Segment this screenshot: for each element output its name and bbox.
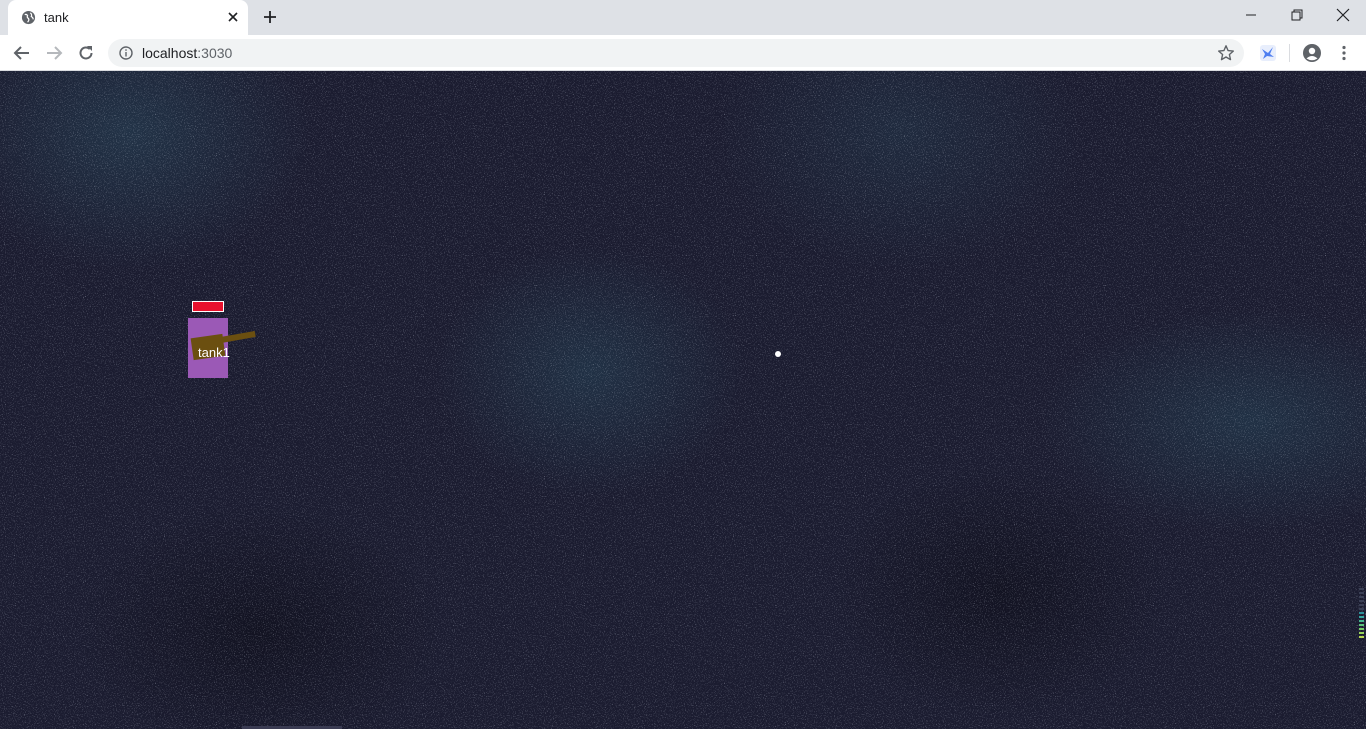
url-host: localhost — [142, 45, 198, 61]
minimize-icon — [1246, 14, 1256, 16]
bullet — [775, 351, 781, 357]
close-icon — [1336, 8, 1350, 22]
meter-bar — [1359, 628, 1364, 630]
meter-bar — [1359, 632, 1364, 634]
address-bar[interactable]: localhost:3030 — [108, 39, 1244, 67]
globe-icon — [21, 10, 36, 25]
meter-bar — [1359, 588, 1364, 590]
vertical-dots-icon — [1342, 45, 1346, 61]
reload-button[interactable] — [74, 41, 98, 65]
meter-bar — [1359, 636, 1364, 638]
meter-bar — [1359, 624, 1364, 626]
url-port: :3030 — [197, 45, 233, 61]
meter-bar — [1359, 592, 1364, 594]
minimize-button[interactable] — [1228, 0, 1274, 30]
profile-button[interactable] — [1300, 41, 1324, 65]
back-button[interactable] — [10, 41, 34, 65]
meter-bar — [1359, 612, 1364, 614]
meter-bar — [1359, 608, 1364, 610]
plus-icon[interactable] — [260, 7, 280, 27]
close-icon[interactable] — [225, 9, 241, 25]
game-canvas[interactable]: tank1 — [0, 71, 1366, 729]
menu-button[interactable] — [1332, 41, 1356, 65]
arrow-right-icon — [47, 46, 63, 60]
extension-button[interactable] — [1256, 41, 1280, 65]
account-icon — [1303, 44, 1321, 62]
side-meter — [1356, 588, 1366, 642]
tank-health-bar — [192, 301, 224, 312]
tank-health-fill — [193, 302, 223, 311]
meter-bar — [1359, 616, 1364, 618]
bird-extension-icon — [1260, 45, 1276, 61]
forward-button[interactable] — [42, 41, 66, 65]
star-icon[interactable] — [1217, 44, 1235, 62]
url-text: localhost:3030 — [142, 45, 232, 61]
info-icon[interactable] — [119, 46, 133, 60]
meter-bar — [1359, 604, 1364, 606]
starfield-texture — [0, 71, 1366, 729]
tab-tank[interactable]: tank — [8, 0, 248, 35]
browser-window: tank localhost:3030 tank1 — [0, 0, 1366, 729]
browser-toolbar: localhost:3030 — [0, 35, 1366, 71]
meter-bar — [1359, 620, 1364, 622]
player-tank: tank1 — [188, 318, 256, 378]
window-close-button[interactable] — [1320, 0, 1366, 30]
tab-strip: tank — [0, 0, 1366, 35]
meter-bar — [1359, 600, 1364, 602]
toolbar-divider — [1289, 44, 1290, 62]
restore-icon — [1291, 9, 1303, 21]
restore-button[interactable] — [1274, 0, 1320, 30]
tab-title: tank — [44, 10, 69, 25]
reload-icon — [79, 46, 93, 60]
arrow-left-icon — [13, 46, 29, 60]
tank-name-label: tank1 — [198, 345, 230, 360]
meter-bar — [1359, 596, 1364, 598]
